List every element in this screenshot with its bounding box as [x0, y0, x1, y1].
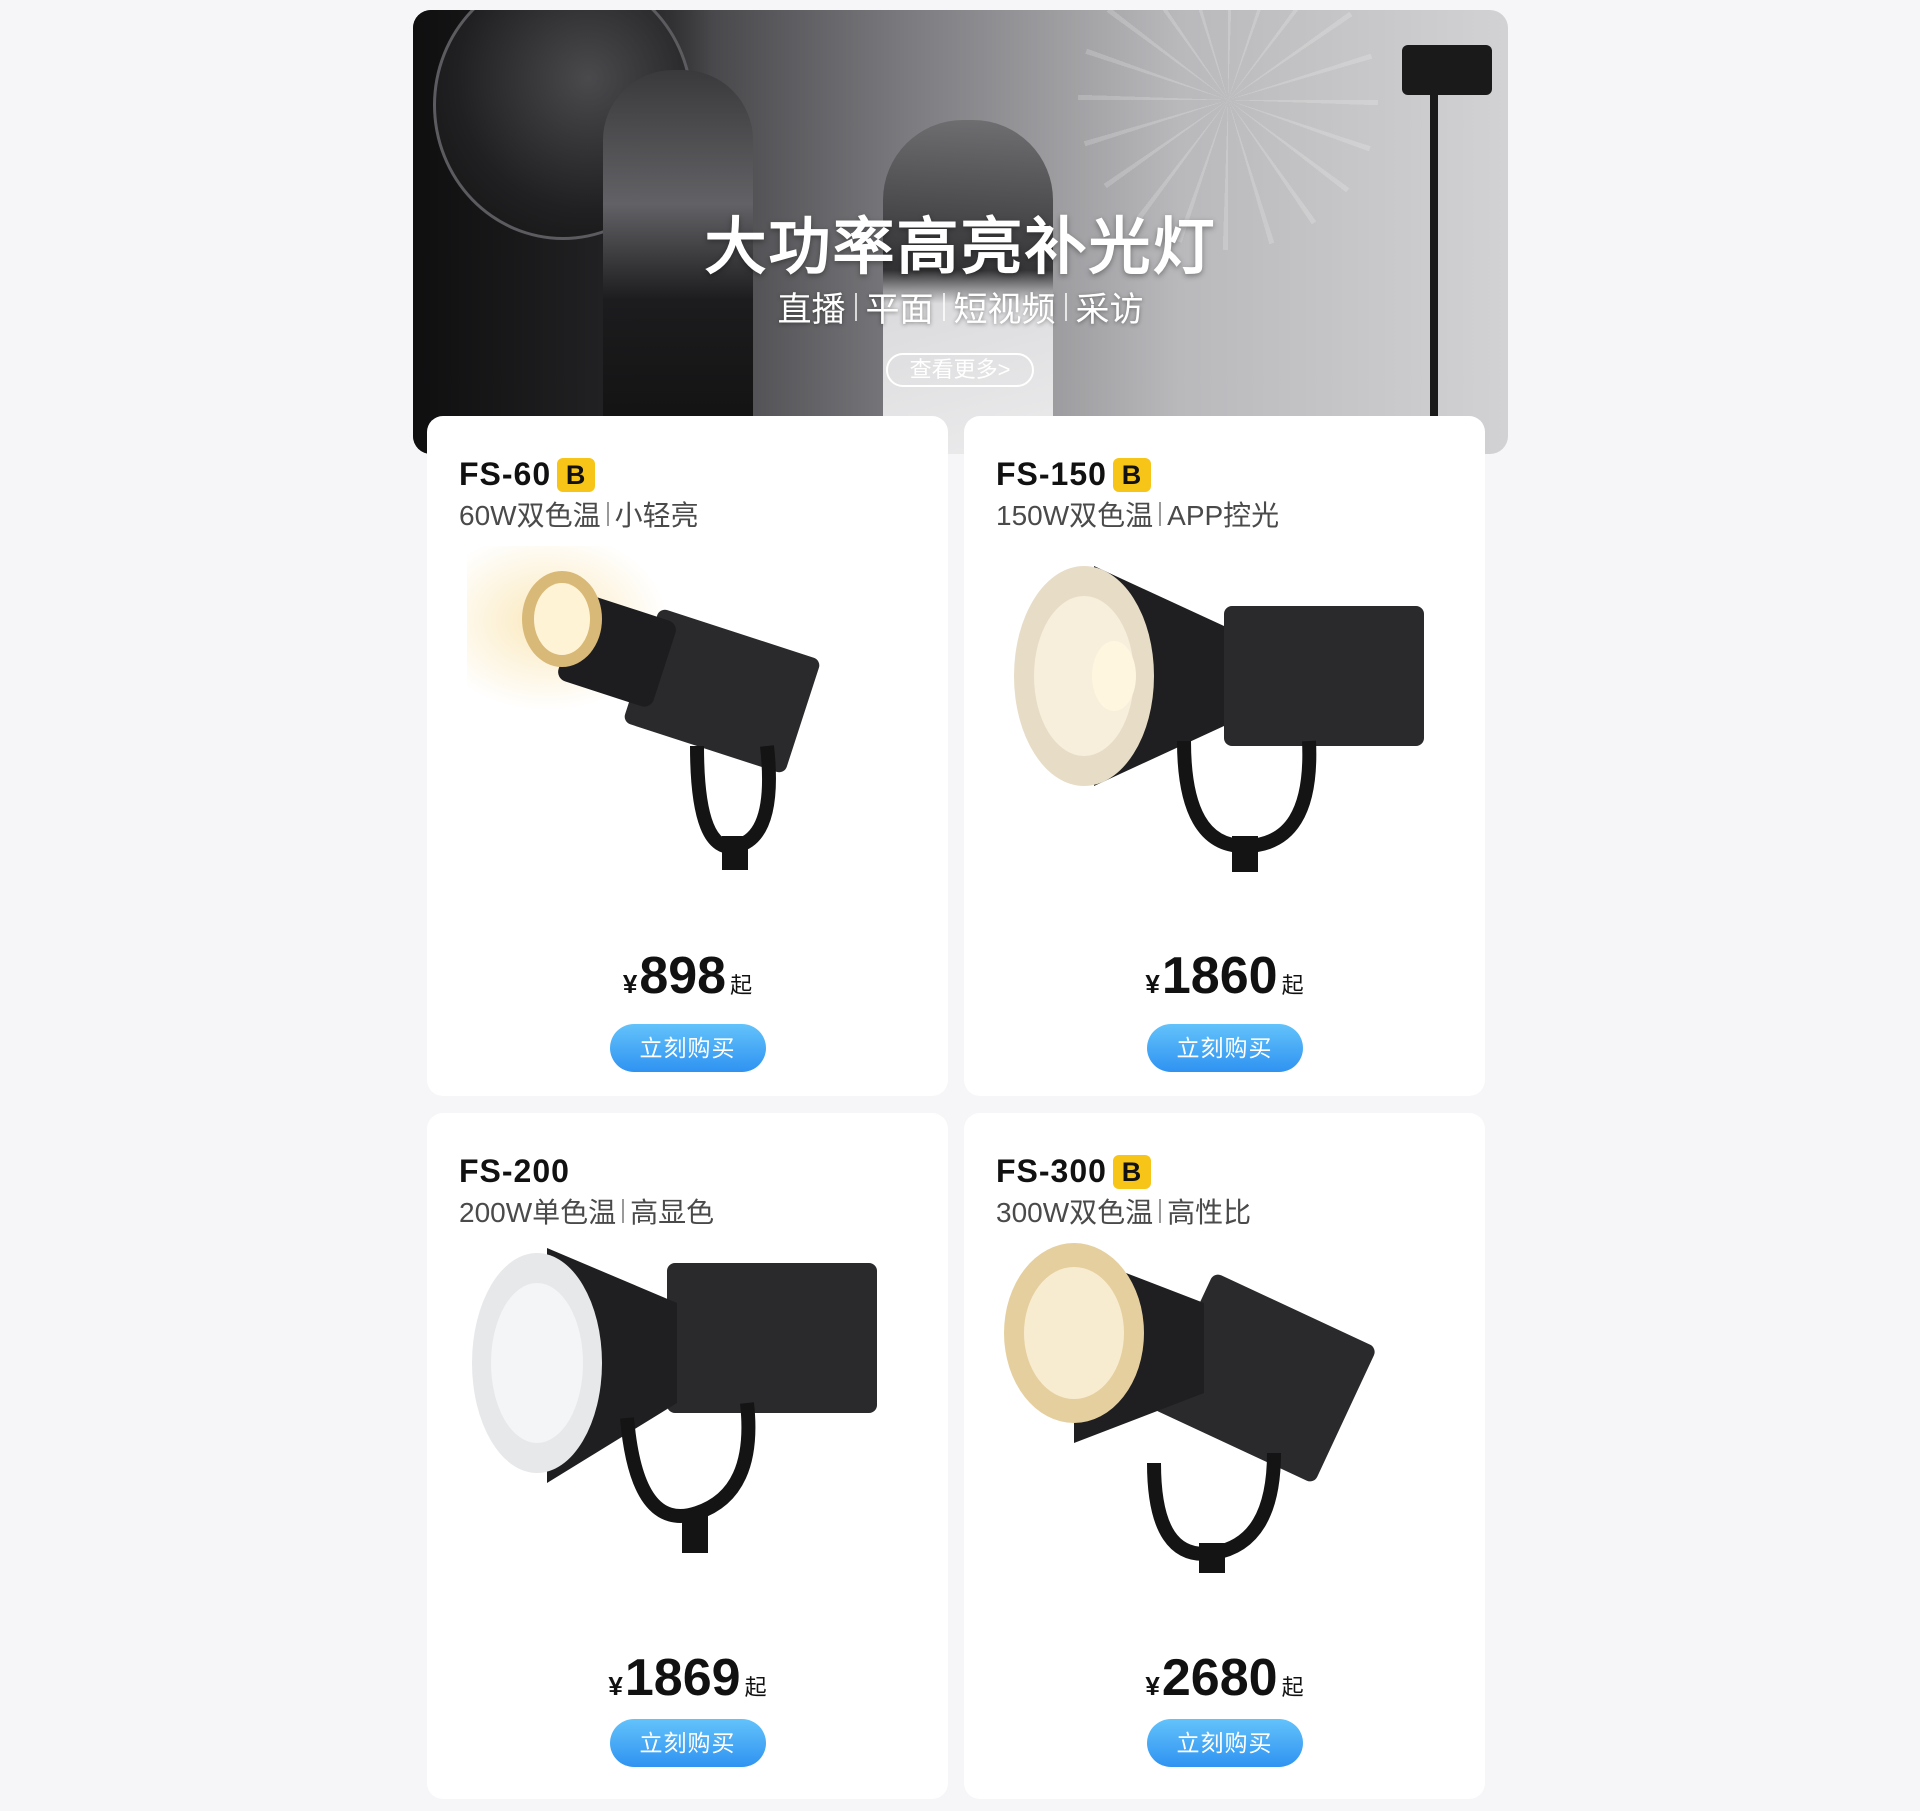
product-card-fs-300b[interactable]: FS-300 B 300W双色温 高性比 ¥2680 起 立刻购买: [964, 1113, 1485, 1799]
bicolor-badge: B: [557, 457, 596, 492]
spec-divider: [606, 502, 609, 526]
hero-tag-flat: 平面: [865, 291, 934, 329]
buy-now-button[interactable]: 立刻购买: [609, 1024, 766, 1072]
product-title: FS-200: [459, 1153, 570, 1190]
price-value: 2680: [1161, 1649, 1278, 1707]
buy-now-button[interactable]: 立刻购买: [1146, 1024, 1303, 1072]
product-title: FS-300 B: [996, 1153, 1151, 1190]
currency-symbol: ¥: [622, 969, 638, 999]
tag-divider: [854, 292, 857, 321]
hero-tag-interview: 采访: [1075, 291, 1144, 329]
product-price: ¥898 起: [427, 946, 948, 1006]
buy-now-button[interactable]: 立刻购买: [1146, 1719, 1303, 1767]
product-image-fs-60b[interactable]: [467, 546, 907, 876]
product-image-fs-150b[interactable]: [1004, 546, 1444, 876]
bicolor-badge: B: [1112, 457, 1151, 492]
product-image-fs-300b[interactable]: [1004, 1243, 1444, 1573]
spec-sub: 高显色: [630, 1197, 715, 1228]
price-suffix: 起: [744, 1675, 767, 1700]
product-model: FS-300: [996, 1153, 1107, 1189]
currency-symbol: ¥: [1145, 969, 1160, 999]
spec-main: 300W双色温: [996, 1197, 1154, 1228]
tag-divider: [942, 292, 945, 321]
product-price: ¥1869 起: [427, 1648, 948, 1708]
product-model: FS-60: [459, 456, 552, 492]
product-price: ¥2680 起: [964, 1648, 1485, 1708]
spec-sub: 小轻亮: [614, 500, 699, 531]
hero-tag-livestream: 直播: [777, 291, 846, 329]
product-price: ¥1860 起: [964, 946, 1485, 1006]
product-spec: 200W单色温 高显色: [459, 1191, 714, 1231]
buy-now-button[interactable]: 立刻购买: [609, 1719, 766, 1767]
product-spec: 60W双色温 小轻亮: [459, 494, 699, 534]
product-model: FS-150: [996, 456, 1107, 492]
spec-sub: APP控光: [1167, 500, 1280, 531]
product-model: FS-200: [459, 1153, 570, 1189]
currency-symbol: ¥: [1145, 1671, 1160, 1701]
product-page: 大功率高亮补光灯 直播 平面 短视频 采访 查看更多> FS-60 B 60W双…: [0, 0, 1920, 1811]
bicolor-badge: B: [1112, 1154, 1151, 1189]
spec-main: 200W单色温: [459, 1197, 617, 1228]
spec-divider: [1159, 502, 1162, 526]
price-value: 1869: [624, 1649, 741, 1707]
hero-title: 大功率高亮补光灯: [704, 213, 1217, 282]
price-value: 1860: [1161, 947, 1278, 1005]
hero-tags: 直播 平面 短视频 采访: [413, 282, 1508, 331]
hero-banner[interactable]: 大功率高亮补光灯 直播 平面 短视频 采访 查看更多>: [413, 10, 1508, 454]
spec-divider: [1159, 1199, 1162, 1223]
view-more-button[interactable]: 查看更多>: [886, 353, 1034, 387]
spec-divider: [622, 1199, 625, 1223]
product-card-fs-60b[interactable]: FS-60 B 60W双色温 小轻亮 ¥898 起 立刻购买: [427, 416, 948, 1096]
product-spec: 300W双色温 高性比: [996, 1191, 1251, 1231]
price-suffix: 起: [730, 973, 753, 998]
product-card-fs-150b[interactable]: FS-150 B 150W双色温 APP控光 ¥1860 起 立刻购买: [964, 416, 1485, 1096]
spec-main: 60W双色温: [459, 500, 601, 531]
product-card-fs-200[interactable]: FS-200 200W单色温 高显色 ¥1869 起 立刻购买: [427, 1113, 948, 1799]
currency-symbol: ¥: [608, 1671, 623, 1701]
tag-divider: [1064, 292, 1067, 321]
price-suffix: 起: [1281, 1675, 1304, 1700]
price-value: 898: [639, 947, 727, 1005]
product-title: FS-60 B: [459, 456, 596, 493]
product-title: FS-150 B: [996, 456, 1151, 493]
product-image-fs-200[interactable]: [467, 1243, 907, 1573]
price-suffix: 起: [1281, 973, 1304, 998]
spec-sub: 高性比: [1167, 1197, 1252, 1228]
hero-tag-short-video: 短视频: [953, 291, 1056, 329]
stand-light-image: [1402, 45, 1492, 95]
product-spec: 150W双色温 APP控光: [996, 494, 1279, 534]
spec-main: 150W双色温: [996, 500, 1154, 531]
